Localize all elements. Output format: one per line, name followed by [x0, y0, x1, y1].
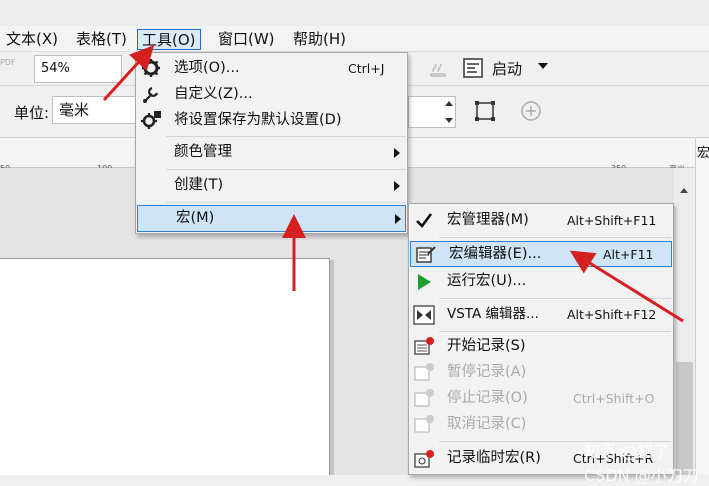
macro-submenu: 宏管理器(M) Alt+Shift+F11 宏编辑器(E)... Alt+F11…: [408, 203, 674, 475]
menu-item-create[interactable]: 创建(T): [136, 172, 407, 200]
stop-recording-shortcut: Ctrl+Shift+O: [573, 391, 655, 406]
pdf-export-icon[interactable]: PDF: [0, 58, 20, 80]
docker-title[interactable]: 宏: [697, 142, 709, 161]
watermark-text: 知乎 @知了 CSDN @小刀刀: [584, 442, 699, 485]
nudge-spinner[interactable]: [408, 96, 456, 128]
options-label: 选项(O)...: [174, 60, 240, 76]
pause-recording-label: 暂停记录(A): [447, 364, 527, 380]
menu-text[interactable]: 文本(X): [2, 29, 62, 50]
spin-up-icon[interactable]: [445, 101, 453, 106]
menu-item-stop-recording: 停止记录(O) Ctrl+Shift+O: [409, 386, 673, 412]
scroll-up-icon[interactable]: [680, 188, 688, 193]
stop-record-icon: [414, 389, 434, 407]
customize-label: 自定义(Z)...: [174, 86, 253, 102]
menu-item-macro-manager[interactable]: 宏管理器(M) Alt+Shift+F11: [409, 207, 673, 235]
menu-item-customize[interactable]: 自定义(Z)...: [136, 82, 407, 108]
launcher-icon[interactable]: [462, 57, 484, 79]
play-icon: [418, 274, 431, 290]
docker-panel: 宏: [695, 138, 709, 475]
menu-table[interactable]: 表格(T): [72, 29, 131, 50]
menu-item-macros[interactable]: 宏(M): [137, 205, 406, 232]
launch-dropdown-icon[interactable]: [538, 63, 548, 69]
menu-separator: [439, 237, 671, 238]
menu-separator: [166, 169, 406, 170]
menu-tools[interactable]: 工具(O): [137, 29, 201, 50]
save-defaults-label: 将设置保存为默认设置(D): [174, 112, 342, 128]
macro-editor-shortcut: Alt+F11: [603, 247, 654, 262]
unit-label: 单位:: [14, 104, 50, 122]
document-page[interactable]: [0, 258, 330, 475]
save-settings-gear-icon: [141, 111, 161, 129]
menu-item-vsta-editor[interactable]: VSTA 编辑器... Alt+Shift+F12: [409, 301, 673, 329]
record-temp-macro-label: 记录临时宏(R): [447, 450, 541, 466]
menu-separator: [439, 331, 671, 332]
launch-label[interactable]: 启动: [492, 58, 522, 79]
vsta-editor-label: VSTA 编辑器...: [447, 306, 539, 322]
vsta-editor-shortcut: Alt+Shift+F12: [567, 307, 657, 322]
macro-editor-icon: [416, 246, 436, 263]
menu-separator: [166, 202, 406, 203]
run-macro-label: 运行宏(U)...: [447, 273, 527, 289]
bounding-box-icon[interactable]: [474, 100, 496, 122]
menu-item-pause-recording: 暂停记录(A): [409, 360, 673, 386]
menu-item-color-management[interactable]: 颜色管理: [136, 139, 407, 167]
unit-select[interactable]: 毫米: [52, 96, 136, 124]
submenu-arrow-icon: [394, 148, 400, 158]
vsta-icon: [413, 305, 435, 325]
menu-item-run-macro[interactable]: 运行宏(U)...: [409, 268, 673, 296]
submenu-arrow-icon: [394, 181, 400, 191]
macro-manager-shortcut: Alt+Shift+F11: [567, 213, 657, 228]
stop-recording-label: 停止记录(O): [447, 390, 528, 406]
start-recording-label: 开始记录(S): [447, 338, 526, 354]
macro-manager-label: 宏管理器(M): [447, 212, 529, 228]
checkmark-icon: [416, 213, 433, 228]
menu-separator: [166, 136, 406, 137]
menu-item-save-defaults[interactable]: 将设置保存为默认设置(D): [136, 108, 407, 134]
title-strip: [0, 0, 709, 26]
snap-icon[interactable]: [427, 58, 449, 80]
macro-editor-label: 宏编辑器(E)...: [449, 246, 542, 262]
menu-window[interactable]: 窗口(W): [214, 29, 279, 50]
temp-record-icon: [414, 450, 434, 468]
spin-down-icon[interactable]: [445, 118, 453, 123]
gear-icon: [142, 59, 160, 77]
zoom-level-field[interactable]: 54%: [34, 55, 122, 83]
menu-item-options[interactable]: 选项(O)... Ctrl+J: [136, 56, 407, 82]
pause-record-icon: [414, 363, 434, 381]
tools-menu: 选项(O)... Ctrl+J 自定义(Z)... 将设置保存为默认设置(D) …: [135, 52, 408, 234]
menu-item-cancel-recording: 取消记录(C): [409, 412, 673, 438]
cancel-record-icon: [414, 415, 434, 433]
macros-label: 宏(M): [176, 210, 215, 226]
menu-separator: [439, 298, 671, 299]
submenu-arrow-icon: [395, 214, 401, 224]
cancel-recording-label: 取消记录(C): [447, 416, 527, 432]
menu-help[interactable]: 帮助(H): [289, 29, 350, 50]
menu-item-macro-editor[interactable]: 宏编辑器(E)... Alt+F11: [410, 241, 672, 267]
create-label: 创建(T): [174, 177, 224, 193]
add-icon[interactable]: [520, 100, 542, 122]
menu-bar: 文本(X) 表格(T) 工具(O) 窗口(W) 帮助(H): [0, 26, 709, 52]
menu-item-start-recording[interactable]: 开始记录(S): [409, 334, 673, 360]
color-management-label: 颜色管理: [174, 144, 232, 160]
options-shortcut: Ctrl+J: [348, 61, 385, 76]
customize-tools-icon: [143, 86, 159, 103]
record-icon: [414, 337, 434, 355]
